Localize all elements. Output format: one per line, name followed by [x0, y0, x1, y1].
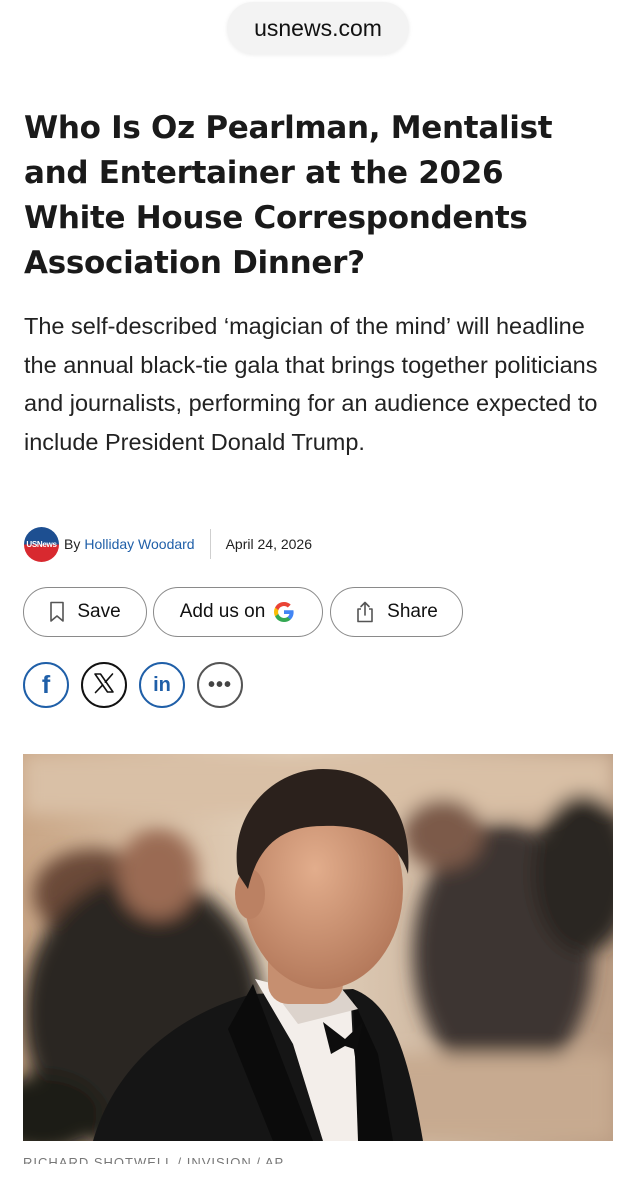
- author-link[interactable]: Holliday Woodard: [84, 536, 194, 552]
- more-icon: •••: [207, 673, 232, 696]
- add-us-on-label: Add us on: [179, 601, 266, 622]
- google-icon: [272, 600, 296, 624]
- x-icon: [93, 672, 115, 699]
- article-dek: The self-described ‘magician of the mind…: [24, 313, 598, 455]
- facebook-icon: f: [41, 670, 51, 699]
- x-share-button[interactable]: [81, 662, 127, 708]
- usnews-logo: USNews: [24, 526, 59, 562]
- share-label: Share: [387, 601, 438, 622]
- article-headline: Who Is Oz Pearlman, Mentalist and Entert…: [24, 110, 553, 281]
- article-photo[interactable]: [23, 754, 613, 1141]
- save-button[interactable]: Save: [23, 587, 147, 637]
- linkedin-share-button[interactable]: in: [139, 662, 185, 708]
- save-label: Save: [77, 601, 121, 622]
- photo-credit-text: RICHARD SHOTWELL / INVISION / AP: [23, 1155, 285, 1164]
- bookmark-icon: [49, 601, 65, 623]
- byline: USNews By Holliday Woodard April 24, 202…: [24, 526, 312, 562]
- url-text: usnews.com: [254, 14, 382, 41]
- address-bar[interactable]: usnews.com: [227, 2, 409, 54]
- linkedin-icon: in: [153, 673, 171, 696]
- add-us-on-google-button[interactable]: Add us on: [153, 587, 323, 637]
- share-button[interactable]: Share: [330, 587, 463, 637]
- photo-credit: RICHARD SHOTWELL / INVISION / AP: [23, 1152, 423, 1164]
- usnews-logo-text: USNews: [26, 539, 57, 549]
- photo-illustration: [23, 754, 613, 1141]
- byline-divider: [209, 529, 211, 559]
- more-share-button[interactable]: •••: [197, 662, 243, 708]
- facebook-share-button[interactable]: f: [23, 662, 69, 708]
- publish-date: April 24, 2026: [225, 536, 312, 552]
- byline-by: By: [64, 536, 81, 552]
- share-icon: [355, 601, 375, 623]
